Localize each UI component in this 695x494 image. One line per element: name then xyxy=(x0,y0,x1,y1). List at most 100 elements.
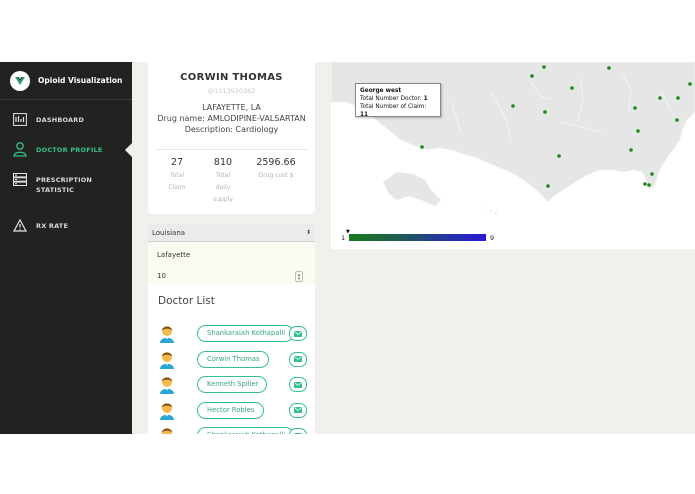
hawaii-land xyxy=(495,213,497,215)
email-button[interactable] xyxy=(289,351,307,367)
chart-icon xyxy=(13,112,27,126)
email-button[interactable] xyxy=(289,402,307,418)
sidebar-item-prescription-statistic[interactable]: PRESCRIPTION STATISTIC xyxy=(0,172,132,195)
doctor-avatar-icon xyxy=(160,402,174,420)
doctor-location-dot[interactable] xyxy=(420,145,424,149)
tooltip-title: George west xyxy=(360,88,402,94)
sidebar-item-label: PRESCRIPTION STATISTIC xyxy=(0,172,92,195)
doctor-location-dot[interactable] xyxy=(650,172,654,176)
doctor-location-dot[interactable] xyxy=(511,104,515,108)
tooltip-claim-count: Total Number of Claim: 11 xyxy=(360,103,436,119)
doctor-name: CORWIN THOMAS xyxy=(180,72,283,83)
state-select-value: Louisiana xyxy=(152,229,186,237)
doctor-location-dot[interactable] xyxy=(570,86,574,90)
stat-drug-cost: 2596.66 Drug cost $ xyxy=(254,157,298,182)
sidebar-item-rx-rate[interactable]: RX RATE xyxy=(0,218,132,232)
hawaii-land xyxy=(490,210,492,212)
stat-value: 810 xyxy=(213,157,233,168)
legend-color-scale xyxy=(349,234,486,241)
stepper-icon[interactable]: ▴ ▾ xyxy=(295,271,303,282)
sidebar-item-label: DASHBOARD xyxy=(36,116,85,124)
hawaii-land xyxy=(484,207,486,209)
stat-total-claim: 27 Total Claim xyxy=(162,157,192,194)
doctor-avatar-icon xyxy=(160,351,174,369)
doctor-location-dot[interactable] xyxy=(557,154,561,158)
doctor-location-dot[interactable] xyxy=(629,148,633,152)
sidebar-item-dashboard[interactable]: DASHBOARD xyxy=(0,112,132,126)
doctor-list-card: Doctor List Shankaraiah Kothapalli Corwin… xyxy=(148,284,315,434)
filter-panel: Louisiana ⬍ Lafayette 10 ▴ ▾ xyxy=(148,224,315,284)
doctor-location-dot[interactable] xyxy=(658,96,662,100)
doctor-list-title: Doctor List xyxy=(158,295,215,307)
app-frame: Opioid Visualization DASHBOARD DOCTOR PR… xyxy=(0,62,695,434)
doctor-drug: Drug name: AMLODIPINE-VALSARTAN xyxy=(157,114,306,123)
tooltip-label: Total Number Doctor: xyxy=(360,96,424,102)
doctor-location-dot[interactable] xyxy=(676,96,680,100)
tooltip-label: Total Number of Claim: xyxy=(360,104,427,110)
doctor-name-button[interactable]: Hector Robles xyxy=(197,401,264,419)
envelope-icon xyxy=(294,407,302,413)
alaska-land xyxy=(383,172,441,206)
state-select[interactable]: Louisiana ⬍ xyxy=(148,224,315,242)
city-field[interactable]: Lafayette xyxy=(157,251,190,259)
app-title: Opioid Visualization xyxy=(38,76,123,85)
doctor-name-button[interactable]: Shankaraiah Kothapalli xyxy=(197,427,294,434)
sidebar: Opioid Visualization DASHBOARD DOCTOR PR… xyxy=(0,62,132,434)
doctor-name-button[interactable]: Kenneth Spiller xyxy=(197,376,267,393)
active-indicator xyxy=(125,143,132,157)
sidebar-item-label: RX RATE xyxy=(36,222,69,230)
doctor-avatar-icon xyxy=(160,377,174,394)
doctor-location-dot[interactable] xyxy=(636,129,640,133)
person-icon xyxy=(13,141,27,157)
sidebar-item-doctor-profile[interactable]: DOCTOR PROFILE xyxy=(0,141,132,157)
envelope-icon xyxy=(294,381,302,388)
doctor-list-item: Shankaraiah Kothapalli xyxy=(158,425,318,434)
tooltip-doctor-count: Total Number Doctor: 1 xyxy=(360,95,436,103)
doctor-list-item: Corwin Thomas xyxy=(158,349,318,369)
envelope-icon xyxy=(294,432,302,434)
doctor-list-item: Shankaraiah Kothapalli xyxy=(158,323,318,343)
legend-min-label: 1 xyxy=(341,234,346,242)
doctor-location-dot[interactable] xyxy=(643,182,647,186)
envelope-icon xyxy=(294,330,302,337)
map-tooltip: George west Total Number Doctor: 1 Total… xyxy=(355,83,441,119)
envelope-icon xyxy=(294,356,302,362)
doctor-location-dot[interactable] xyxy=(546,184,550,188)
brand[interactable]: Opioid Visualization xyxy=(0,62,132,100)
doctor-location-dot[interactable] xyxy=(633,106,637,110)
tooltip-value: 11 xyxy=(360,112,369,118)
legend-max-label: 9 xyxy=(490,234,495,242)
warning-icon xyxy=(13,218,27,232)
sidebar-item-label: DOCTOR PROFILE xyxy=(36,146,103,154)
stat-caption: Total Claim xyxy=(168,172,186,191)
stat-caption: Drug cost $ xyxy=(258,172,294,179)
doctor-name-button[interactable]: Shankaraiah Kothapalli xyxy=(197,325,294,342)
doctor-avatar-icon xyxy=(160,326,174,343)
email-button[interactable] xyxy=(289,428,307,434)
stat-value: 2596.66 xyxy=(256,157,296,168)
doctor-location-dot[interactable] xyxy=(675,118,679,122)
stat-value: 27 xyxy=(170,157,184,168)
email-button[interactable] xyxy=(289,326,307,341)
doctor-location-dot[interactable] xyxy=(543,110,547,114)
divider xyxy=(155,149,308,150)
doctor-map[interactable]: George west Total Number Doctor: 1 Total… xyxy=(331,62,695,249)
select-arrows-icon: ⬍ xyxy=(305,229,311,236)
email-button[interactable] xyxy=(289,377,307,392)
doctor-description: Description: Cardiology xyxy=(184,125,279,134)
tooltip-value: 1 xyxy=(423,96,428,102)
vue-logo-icon xyxy=(10,70,30,91)
doctor-name-button[interactable]: Corwin Thomas xyxy=(197,350,269,368)
doctor-location-dot[interactable] xyxy=(542,65,546,69)
doctor-list-item: Hector Robles xyxy=(158,400,318,420)
doctor-count-input[interactable]: 10 ▴ ▾ xyxy=(157,270,305,284)
doctor-location-dot[interactable] xyxy=(688,82,692,86)
doctor-location-dot[interactable] xyxy=(530,74,534,78)
doctor-location-dot[interactable] xyxy=(647,183,651,187)
doctor-avatar-icon xyxy=(161,428,173,434)
doctor-profile-card: CORWIN THOMAS @1013920362 LAFAYETTE, LA … xyxy=(148,62,315,214)
doctor-count-value: 10 xyxy=(157,272,166,280)
doctor-location-dot[interactable] xyxy=(607,66,611,70)
doctor-list-item: Kenneth Spiller xyxy=(158,374,318,394)
doctor-location: LAFAYETTE, LA xyxy=(202,103,261,112)
